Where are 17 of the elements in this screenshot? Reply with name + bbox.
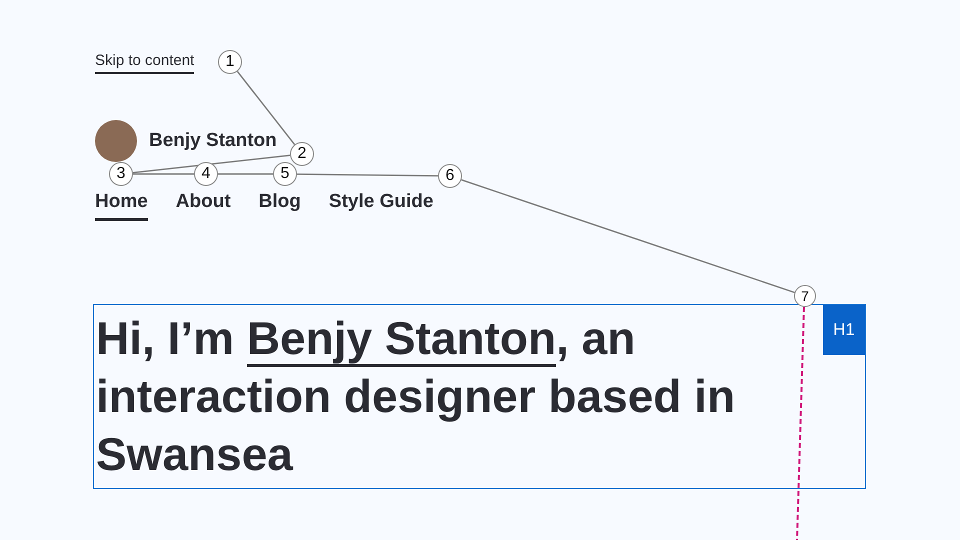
name-link[interactable]: Benjy Stanton [246, 312, 556, 367]
avatar-placeholder [95, 120, 137, 162]
tab-stop-marker: 2 [290, 142, 314, 166]
heading-level-badge: H1 [823, 305, 865, 355]
tab-stop-marker: 4 [194, 162, 218, 186]
tab-stop-marker: 5 [273, 162, 297, 186]
tab-stop-marker: 1 [218, 50, 242, 74]
tab-stop-marker: 6 [438, 164, 462, 188]
tab-stop-marker: 3 [109, 162, 133, 186]
page-heading: Hi, I’m Benjy Stanton, an interaction designer based in Swansea [96, 311, 736, 482]
nav-link[interactable]: Home [95, 191, 148, 221]
site-title[interactable]: Benjy Stanton [149, 130, 277, 152]
tab-stop-marker: 7 [794, 285, 816, 307]
skip-to-content-link[interactable]: Skip to content [95, 52, 194, 74]
nav-link[interactable]: Style Guide [328, 191, 434, 221]
nav-link[interactable]: About [176, 191, 231, 221]
nav-link[interactable]: Blog [258, 191, 301, 221]
